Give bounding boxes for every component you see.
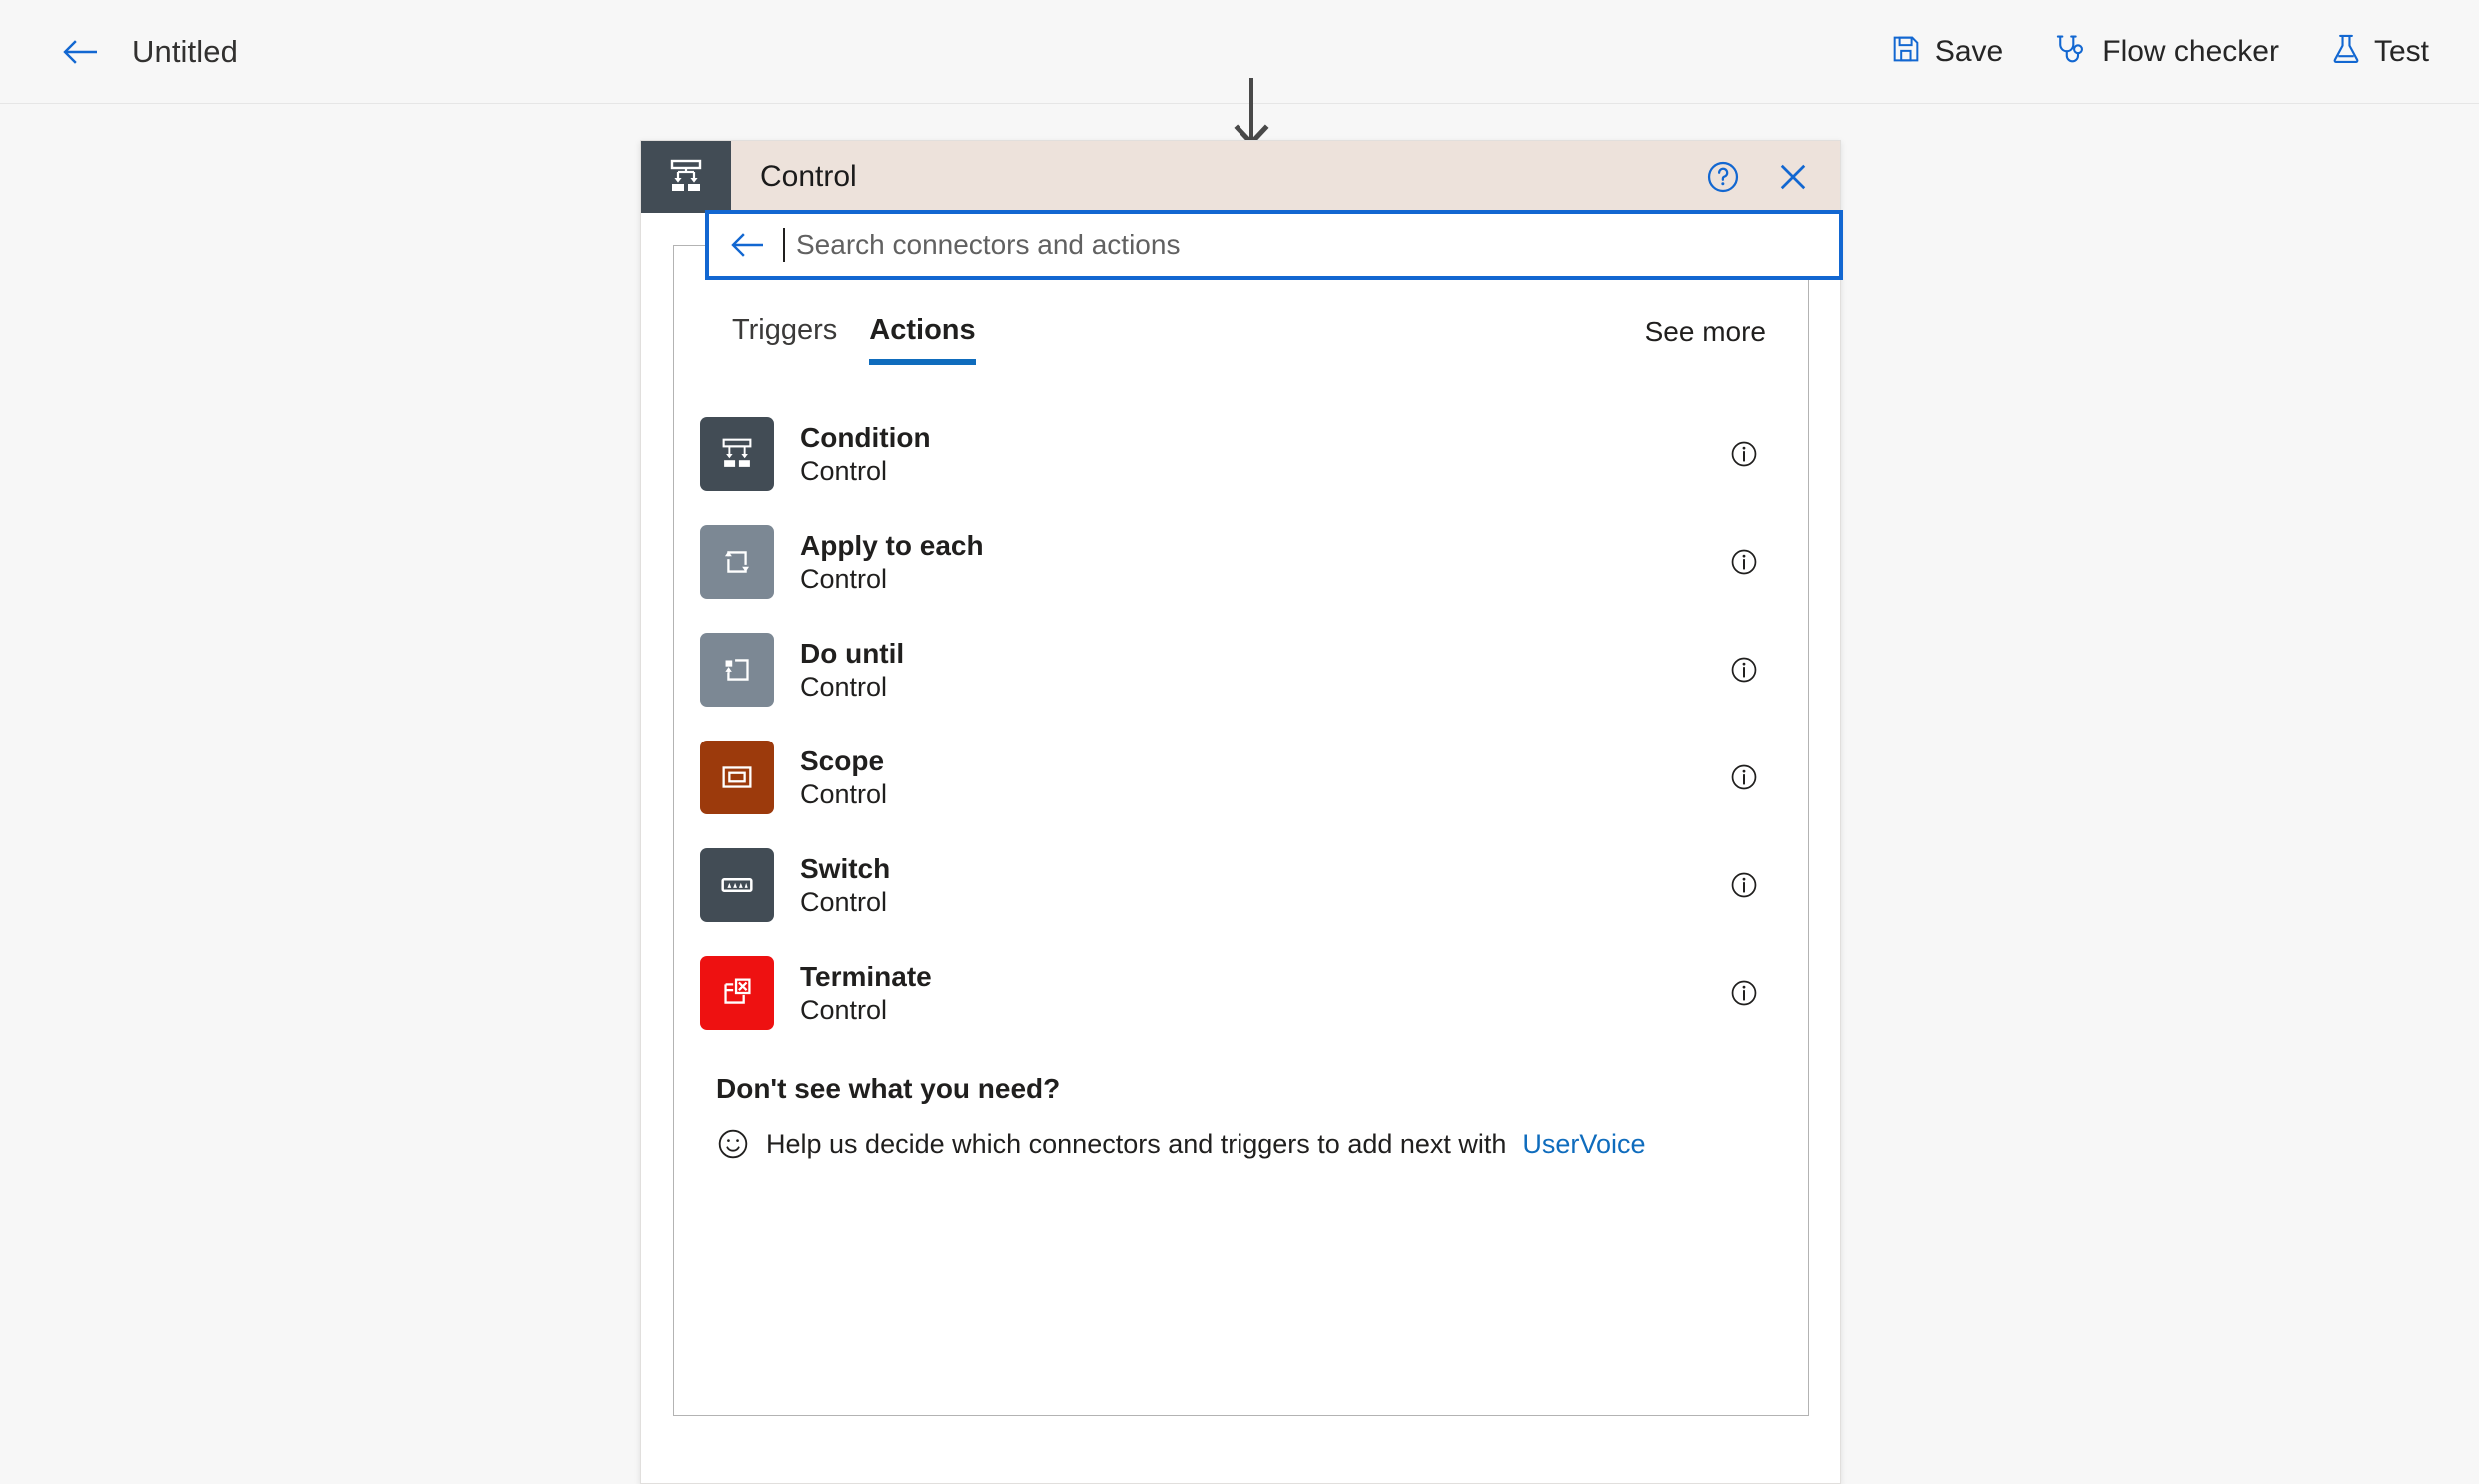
list-item-subtitle: Control: [800, 563, 888, 594]
close-x-icon[interactable]: [1770, 154, 1816, 200]
help-circle-icon[interactable]: [1700, 154, 1746, 200]
save-button-label: Save: [1934, 34, 2004, 68]
list-item-text: Scope Control: [800, 744, 887, 811]
tab-triggers[interactable]: Triggers: [716, 304, 853, 369]
test-button[interactable]: Test: [2325, 25, 2435, 78]
info-circle-icon[interactable]: [1722, 432, 1766, 476]
list-item-subtitle: Control: [800, 994, 888, 1025]
action-picker-card: Control Search connectors and actions Tr…: [640, 140, 1843, 1484]
condition-icon: [700, 417, 774, 491]
list-item-text: Terminate Control: [800, 960, 932, 1027]
footer-heading: Don't see what you need?: [716, 1073, 1061, 1104]
footer-feedback-block: Don't see what you need? Help us decide …: [674, 1073, 1808, 1161]
info-circle-icon[interactable]: [1722, 971, 1766, 1015]
list-item-subtitle: Control: [800, 455, 888, 486]
list-item-text: Do until Control: [800, 637, 904, 704]
list-item[interactable]: Do until Control: [674, 616, 1808, 724]
info-circle-icon[interactable]: [1722, 540, 1766, 584]
list-item-title: Switch: [800, 852, 891, 884]
picker-header: Control: [641, 141, 1840, 213]
list-item[interactable]: Apply to each Control: [674, 508, 1808, 616]
footer-text: Help us decide which connectors and trig…: [766, 1128, 1507, 1159]
list-item-subtitle: Control: [800, 886, 888, 917]
action-list: Condition Control Apply to each Control …: [674, 400, 1808, 1047]
save-floppy-icon: [1890, 33, 1922, 70]
terminate-icon: [700, 956, 774, 1030]
list-item-subtitle: Control: [800, 671, 888, 702]
list-item-title: Apply to each: [800, 529, 984, 561]
list-item-title: Condition: [800, 421, 931, 453]
list-item-title: Do until: [800, 637, 905, 669]
topbar-left-group: Untitled: [0, 29, 238, 75]
search-input[interactable]: Search connectors and actions: [705, 210, 1843, 280]
list-item-title: Scope: [800, 744, 885, 776]
control-connector-icon: [641, 141, 731, 213]
list-item[interactable]: Switch Control: [674, 831, 1808, 939]
flow-checker-button-label: Flow checker: [2102, 34, 2279, 68]
test-button-label: Test: [2373, 34, 2429, 68]
text-cursor: [783, 228, 785, 262]
picker-inner-panel: Search connectors and actions Triggers A…: [673, 210, 1843, 1416]
flow-checker-button[interactable]: Flow checker: [2049, 25, 2285, 78]
footer-feedback-line: Help us decide which connectors and trig…: [716, 1127, 1766, 1161]
do-until-icon: [700, 633, 774, 707]
list-item-text: Switch Control: [800, 852, 890, 919]
scope-icon: [700, 741, 774, 814]
info-circle-icon[interactable]: [1722, 863, 1766, 907]
list-item-text: Apply to each Control: [800, 529, 984, 596]
info-circle-icon[interactable]: [1722, 755, 1766, 799]
see-more-link[interactable]: See more: [1627, 304, 1784, 360]
uservoice-link[interactable]: UserVoice: [1522, 1129, 1645, 1160]
list-item-title: Terminate: [800, 960, 932, 992]
tab-actions[interactable]: Actions: [853, 304, 991, 369]
list-item[interactable]: Terminate Control: [674, 939, 1808, 1047]
search-back-arrow-icon[interactable]: [727, 224, 769, 266]
smiley-face-icon: [716, 1127, 750, 1161]
list-item-text: Condition Control: [800, 421, 931, 488]
topbar-right-group: Save Flow checker Test: [1884, 25, 2479, 78]
save-button[interactable]: Save: [1884, 25, 2009, 78]
loop-icon: [700, 525, 774, 599]
picker-tabs: Triggers Actions See more: [674, 304, 1808, 390]
page-title: Untitled: [132, 33, 238, 69]
info-circle-icon[interactable]: [1722, 648, 1766, 692]
list-item[interactable]: Scope Control: [674, 724, 1808, 831]
picker-header-title: Control: [760, 160, 857, 193]
switch-icon: [700, 848, 774, 922]
search-placeholder-text: Search connectors and actions: [796, 229, 1181, 260]
list-item[interactable]: Condition Control: [674, 400, 1808, 508]
list-item-subtitle: Control: [800, 778, 888, 809]
picker-header-actions: [1700, 154, 1840, 200]
stethoscope-icon: [2055, 33, 2089, 70]
flask-icon: [2331, 33, 2361, 70]
back-arrow-icon[interactable]: [58, 29, 104, 75]
